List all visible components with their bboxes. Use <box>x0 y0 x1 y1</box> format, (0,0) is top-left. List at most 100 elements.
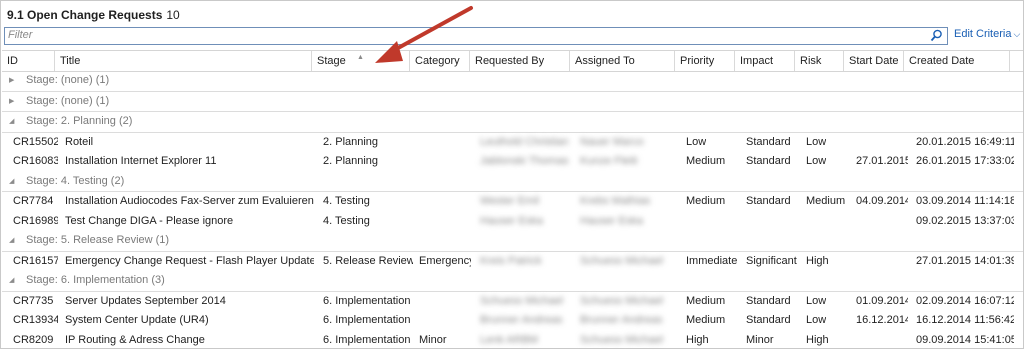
cell-assigned-to: Schuess Michael <box>580 292 663 312</box>
cell-stage: 2. Planning <box>323 133 378 153</box>
column-header-assigned-to[interactable]: Assigned To <box>570 51 675 71</box>
cell-impact: Standard <box>746 133 791 153</box>
cell-assigned-to: Brunner Andreas <box>580 311 663 331</box>
group-label: Stage: 2. Planning (2) <box>26 112 132 132</box>
chevron-down-icon: ⌵ <box>1013 29 1020 40</box>
table-row[interactable]: CR13934 System Center Update (UR4) 6. Impl… <box>2 311 1023 331</box>
annotation-arrow-icon <box>371 1 481 71</box>
cell-priority: Medium <box>686 192 725 212</box>
cell-priority: Medium <box>686 152 725 172</box>
cell-priority: High <box>686 331 709 350</box>
cell-assigned-to: Schuess Michael <box>580 252 663 272</box>
expanded-triangle-icon[interactable]: ◢ <box>9 271 14 291</box>
column-header-start-date[interactable]: Start Date <box>844 51 904 71</box>
expanded-triangle-icon[interactable]: ◢ <box>9 231 14 251</box>
group-row[interactable]: ◢ Stage: 5. Release Review (1) <box>2 231 1023 252</box>
cell-risk: Low <box>806 311 826 331</box>
cell-start-date: 01.09.2014 <box>856 292 908 312</box>
panel-count: 10 <box>166 8 179 22</box>
expanded-triangle-icon[interactable]: ◢ <box>9 172 14 192</box>
column-header-priority[interactable]: Priority <box>675 51 735 71</box>
table-row[interactable]: CR8209IP Routing & Adress Change6. Imple… <box>2 331 1023 350</box>
cell-requested-by: Lenk ARBM <box>480 331 538 350</box>
cell-impact: Standard <box>746 152 791 172</box>
cell-requested-by: Jablonski Thomas <box>480 152 568 172</box>
column-header-created-date[interactable]: Created Date <box>904 51 1010 71</box>
cell-requested-by: Brunner Andreas <box>480 311 563 331</box>
cell-risk: Low <box>806 133 826 153</box>
cell-id: CR7735 <box>13 292 53 312</box>
group-row[interactable]: ▶ Stage: (none) (1) <box>2 92 1023 113</box>
group-label: Stage: 6. Implementation (3) <box>26 271 165 291</box>
cell-priority: Medium <box>686 311 725 331</box>
cell-category: Minor <box>419 331 447 350</box>
cell-impact: Minor <box>746 331 774 350</box>
group-label: Stage: (none) (1) <box>26 92 109 112</box>
group-row[interactable]: ▶ Stage: (none) (1) <box>2 71 1023 92</box>
cell-risk: Medium <box>806 192 845 212</box>
cell-id: CR8209 <box>13 331 53 350</box>
cell-impact: Standard <box>746 192 791 212</box>
cell-assigned-to: Hauser Eska <box>580 212 643 232</box>
cell-start-date: 27.01.2015 <box>856 152 908 172</box>
cell-requested-by: Hauser Eska <box>480 212 543 232</box>
edit-criteria-label: Edit Criteria <box>954 28 1011 40</box>
cell-priority: Immediate <box>686 252 737 272</box>
cell-stage: 5. Release Review <box>323 252 413 272</box>
cell-category: Emergency <box>419 252 471 272</box>
group-row[interactable]: ◢ Stage: 6. Implementation (3) <box>2 271 1023 292</box>
cell-id: CR16083 <box>13 152 58 172</box>
collapsed-triangle-icon[interactable]: ▶ <box>9 92 14 112</box>
cell-requested-by: Wester Emil <box>480 192 539 212</box>
sort-ascending-icon: ▲ <box>357 48 364 68</box>
table-row[interactable]: CR15502Roteil2. PlanningLeuthold Christi… <box>2 133 1023 153</box>
edit-criteria-button[interactable]: Edit Criteria⌵ <box>954 28 1020 40</box>
filter-row: Edit Criteria⌵ <box>4 27 1024 45</box>
cell-stage: 4. Testing <box>323 192 370 212</box>
cell-title: Test Change DIGA - Please ignore <box>65 212 233 232</box>
cell-impact: Standard <box>746 311 791 331</box>
cell-created-date: 27.01.2015 14:01:39 <box>916 252 1014 272</box>
cell-title: System Center Update (UR4) <box>65 311 209 331</box>
cell-title: IP Routing & Adress Change <box>65 331 205 350</box>
collapsed-triangle-icon[interactable]: ▶ <box>9 71 14 91</box>
cell-created-date: 09.09.2014 15:41:05 <box>916 331 1014 350</box>
search-icon[interactable] <box>930 29 943 42</box>
cell-requested-by: Leuthold Christian <box>480 133 569 153</box>
table-row[interactable]: CR16157Emergency Change Request - Flash … <box>2 252 1023 272</box>
table-row[interactable]: CR7784 Installation Audiocodes Fax-Server… <box>2 192 1023 212</box>
cell-id: CR16157 <box>13 252 58 272</box>
cell-title: Server Updates September 2014 <box>65 292 226 312</box>
cell-created-date: 16.12.2014 11:56:42 <box>916 311 1014 331</box>
table-row[interactable]: CR7735 Server Updates September 2014 6. Im… <box>2 292 1023 312</box>
column-header-impact[interactable]: Impact <box>735 51 795 71</box>
table-row[interactable]: CR16083 Installation Internet Explorer 11… <box>2 152 1023 172</box>
cell-impact: Standard <box>746 292 791 312</box>
cell-created-date: 03.09.2014 11:14:18 <box>916 192 1014 212</box>
cell-stage: 2. Planning <box>323 152 378 172</box>
group-row[interactable]: ◢ Stage: 2. Planning (2) <box>2 112 1023 133</box>
cell-title: Installation Internet Explorer 11 <box>65 152 216 172</box>
column-header-title[interactable]: Title <box>55 51 312 71</box>
group-row[interactable]: ◢Stage: 4. Testing (2) <box>2 172 1023 193</box>
cell-stage: 6. Implementation <box>323 292 410 312</box>
cell-stage: 6. Implementation <box>323 311 410 331</box>
cell-assigned-to: Krebs Mathias <box>580 192 650 212</box>
panel-title: 9.1 Open Change Requests <box>7 8 162 22</box>
column-header-id[interactable]: ID <box>2 51 55 71</box>
table-row[interactable]: CR16989Test Change DIGA - Please ignore4… <box>2 212 1023 232</box>
cell-risk: High <box>806 331 829 350</box>
cell-risk: High <box>806 252 829 272</box>
column-header-requested-by[interactable]: Requested By <box>470 51 570 71</box>
cell-requested-by: Schuess Michael <box>480 292 563 312</box>
cell-id: CR13934 <box>13 311 58 331</box>
cell-start-date: 04.09.2014 <box>856 192 908 212</box>
cell-title: Installation Audiocodes Fax-Server zum E… <box>65 192 314 212</box>
group-label: Stage: 5. Release Review (1) <box>26 231 169 251</box>
expanded-triangle-icon[interactable]: ◢ <box>9 112 14 132</box>
cell-id: CR7784 <box>13 192 53 212</box>
group-label: Stage: (none) (1) <box>26 71 109 91</box>
cell-risk: Low <box>806 292 826 312</box>
column-header-risk[interactable]: Risk <box>795 51 844 71</box>
cell-stage: 4. Testing <box>323 212 370 232</box>
